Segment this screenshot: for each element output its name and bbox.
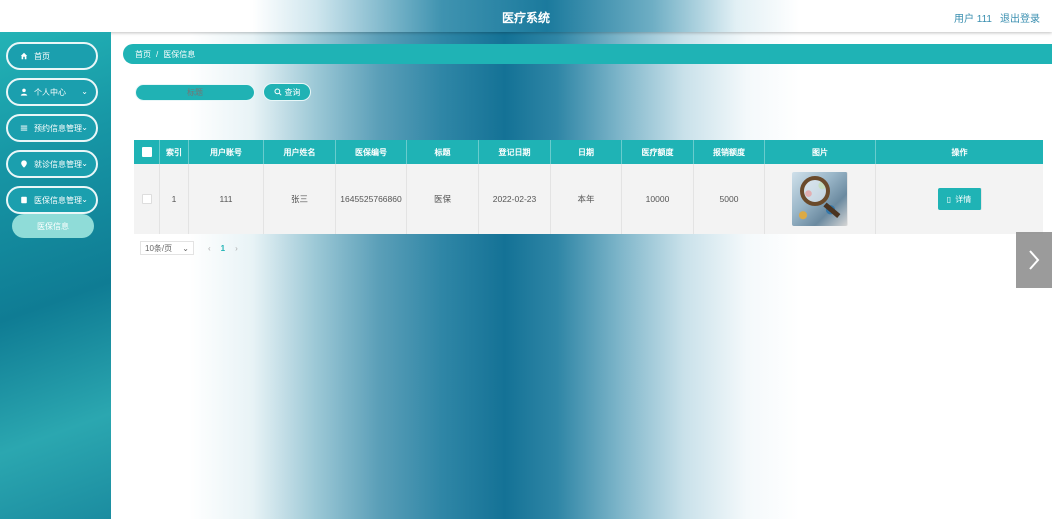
col-header: 用户账号 (189, 140, 264, 164)
sidebar-item-insurance[interactable]: 医保信息管理 ⌄ (6, 186, 98, 214)
chevron-down-icon: ⌄ (81, 195, 88, 204)
sidebar-item-visits[interactable]: 就诊信息管理 ⌄ (6, 150, 98, 178)
chevron-down-icon: ⌄ (182, 243, 189, 253)
chevron-down-icon: ⌄ (81, 159, 88, 168)
cell-image (765, 164, 876, 234)
current-user: 用户 111 (954, 14, 992, 25)
cell-account: 111 (189, 164, 264, 234)
col-header: 用户姓名 (264, 140, 336, 164)
insurance-image[interactable] (792, 172, 848, 226)
breadcrumb: 首页 / 医保信息 (123, 44, 1052, 64)
cell-action: ▯ 详情 (876, 164, 1043, 234)
detail-button-label: 详情 (955, 194, 972, 204)
col-header: 登记日期 (479, 140, 551, 164)
sidebar-subitem-insurance-info[interactable]: 医保信息 (12, 214, 94, 238)
col-header: 图片 (765, 140, 876, 164)
home-icon (20, 52, 28, 60)
search-icon (273, 88, 282, 96)
list-icon (20, 124, 28, 132)
breadcrumb-current: 医保信息 (163, 49, 196, 59)
chevron-right-icon (1029, 250, 1040, 270)
col-header: 报销额度 (694, 140, 765, 164)
chevron-down-icon: ⌄ (81, 87, 88, 96)
document-icon: ▯ (946, 194, 952, 204)
page-size-value: 10条/页 (145, 243, 173, 253)
table-header: 索引 用户账号 用户姓名 医保编号 标题 登记日期 日期 医疗额度 报销额度 图… (134, 140, 1043, 164)
location-icon (20, 160, 28, 168)
row-checkbox[interactable] (141, 194, 152, 204)
select-all-cell[interactable] (134, 140, 160, 164)
prev-page-icon[interactable]: ‹ (208, 244, 211, 253)
cell-name: 张三 (264, 164, 336, 234)
app-title: 医疗系统 (501, 11, 550, 25)
pagination: 10条/页 ⌄ ‹ 1 › (140, 241, 238, 255)
logout-link[interactable]: 退出登录 (1000, 10, 1040, 25)
table-row: 1 111 张三 1645525766860 医保 2022-02-23 本年 … (134, 164, 1043, 234)
sidebar-item-home[interactable]: 首页 (6, 42, 98, 70)
sidebar-item-appointments[interactable]: 预约信息管理 ⌄ (6, 114, 98, 142)
card-icon (20, 196, 28, 204)
cell-register-date: 2022-02-23 (479, 164, 551, 234)
page-number[interactable]: 1 (221, 244, 225, 253)
insurance-table: 索引 用户账号 用户姓名 医保编号 标题 登记日期 日期 医疗额度 报销额度 图… (134, 140, 1043, 234)
col-header: 操作 (951, 147, 968, 157)
title-search-input[interactable] (135, 84, 255, 101)
cell-title: 医保 (407, 164, 479, 234)
detail-button[interactable]: ▯ 详情 (937, 188, 982, 210)
sidebar: 首页 个人中心 ⌄ 预约信息管理 ⌄ 就诊信息管理 ⌄ 医保信息管理 ⌄ 医保信… (0, 32, 111, 519)
sidebar-item-label: 就诊信息管理 (34, 159, 82, 169)
select-all-checkbox[interactable] (141, 147, 152, 157)
next-page-icon[interactable]: › (235, 244, 238, 253)
top-bar: 医疗系统 用户 111 退出登录 (0, 0, 1052, 32)
sidebar-item-label: 预约信息管理 (34, 123, 82, 133)
sidebar-item-label: 医保信息管理 (34, 195, 82, 205)
search-button-label: 查询 (284, 87, 301, 97)
col-header: 标题 (407, 140, 479, 164)
breadcrumb-home[interactable]: 首页 (135, 49, 151, 60)
cell-reimburse-quota: 5000 (694, 164, 765, 234)
col-header: 索引 (160, 140, 189, 164)
next-slide-button[interactable] (1016, 232, 1052, 288)
page-size-select[interactable]: 10条/页 ⌄ (140, 241, 194, 255)
user-icon (20, 88, 28, 96)
sidebar-item-personal[interactable]: 个人中心 ⌄ (6, 78, 98, 106)
chevron-down-icon: ⌄ (81, 123, 88, 132)
sidebar-item-label: 首页 (34, 51, 50, 61)
cell-date: 本年 (551, 164, 622, 234)
row-select-cell[interactable] (134, 164, 160, 234)
cell-index: 1 (160, 164, 189, 234)
magnifier-image (800, 176, 830, 206)
search-button[interactable]: 查询 (263, 83, 311, 101)
sidebar-item-label: 个人中心 (34, 87, 66, 97)
cell-insurance-no: 1645525766860 (336, 164, 407, 234)
cell-medical-quota: 10000 (622, 164, 694, 234)
watermark: CSDN @CK3028 (912, 494, 1048, 513)
col-header: 日期 (551, 140, 622, 164)
breadcrumb-separator: / (156, 49, 159, 59)
col-header: 医保编号 (336, 140, 407, 164)
col-header: 医疗额度 (622, 140, 694, 164)
